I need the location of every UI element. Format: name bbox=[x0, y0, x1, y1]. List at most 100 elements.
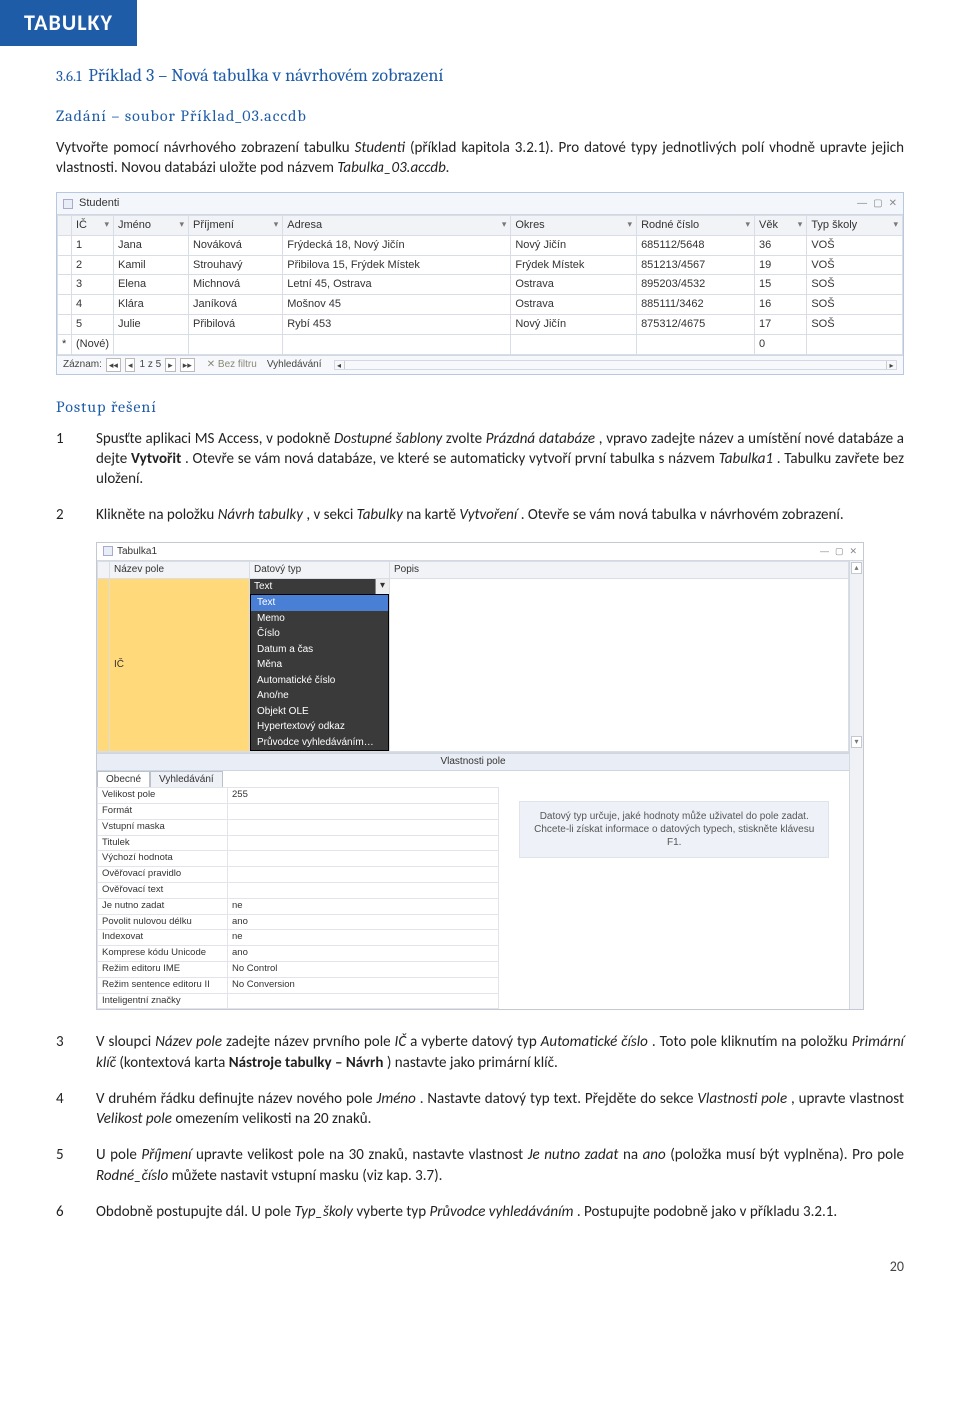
close-icon[interactable]: ✕ bbox=[889, 197, 897, 211]
col-header[interactable]: IČ▾ bbox=[72, 215, 114, 235]
col-header[interactable]: Jméno▾ bbox=[114, 215, 189, 235]
cell[interactable]: 4 bbox=[72, 295, 114, 315]
dropdown-item[interactable]: Měna bbox=[251, 657, 388, 673]
cell[interactable]: 17 bbox=[754, 315, 806, 335]
property-value[interactable] bbox=[228, 993, 499, 1009]
col-header[interactable]: Datový typ bbox=[250, 562, 390, 579]
property-value[interactable]: ne bbox=[228, 898, 499, 914]
cell[interactable]: (Nové) bbox=[72, 334, 114, 354]
col-header[interactable]: Příjmení▾ bbox=[188, 215, 282, 235]
cell[interactable]: Frýdek Místek bbox=[511, 255, 637, 275]
property-value[interactable] bbox=[228, 819, 499, 835]
cell[interactable]: Jana bbox=[114, 235, 189, 255]
col-header[interactable]: Popis bbox=[390, 562, 849, 579]
property-value[interactable] bbox=[228, 851, 499, 867]
col-selector[interactable] bbox=[58, 215, 72, 235]
cell[interactable]: Přibilová bbox=[188, 315, 282, 335]
dropdown-item[interactable]: Hypertextový odkaz bbox=[251, 719, 388, 735]
dropdown-item[interactable]: Průvodce vyhledáváním… bbox=[251, 735, 388, 751]
maximize-icon[interactable]: ▢ bbox=[835, 545, 844, 557]
cell[interactable]: SOŠ bbox=[807, 275, 903, 295]
cell[interactable] bbox=[283, 334, 511, 354]
vertical-scrollbar[interactable]: ▴ ▾ bbox=[849, 561, 863, 1009]
dropdown-item[interactable]: Datum a čas bbox=[251, 642, 388, 658]
cell[interactable]: SOŠ bbox=[807, 315, 903, 335]
property-value[interactable] bbox=[228, 803, 499, 819]
cell[interactable]: Ostrava bbox=[511, 295, 637, 315]
cell[interactable]: 1 bbox=[72, 235, 114, 255]
cell[interactable]: 875312/4675 bbox=[637, 315, 755, 335]
cell[interactable]: Frýdecká 18, Nový Jičín bbox=[283, 235, 511, 255]
datatype-dropdown[interactable]: TextMemoČísloDatum a časMěnaAutomatické … bbox=[250, 594, 389, 751]
tab-general[interactable]: Obecné bbox=[97, 771, 150, 788]
cell[interactable]: Rybí 453 bbox=[283, 315, 511, 335]
cell[interactable]: Nový Jičín bbox=[511, 235, 637, 255]
cell[interactable]: Kamil bbox=[114, 255, 189, 275]
cell[interactable]: Strouhavý bbox=[188, 255, 282, 275]
property-value[interactable]: 255 bbox=[228, 788, 499, 804]
cell[interactable]: Klára bbox=[114, 295, 189, 315]
cell[interactable]: 885111/3462 bbox=[637, 295, 755, 315]
row-selector[interactable] bbox=[58, 295, 72, 315]
nav-next-button[interactable]: ▸ bbox=[165, 358, 176, 372]
cell[interactable]: VOŠ bbox=[807, 235, 903, 255]
cell[interactable]: 895203/4532 bbox=[637, 275, 755, 295]
cell[interactable]: 2 bbox=[72, 255, 114, 275]
cell[interactable] bbox=[637, 334, 755, 354]
cell[interactable]: 0 bbox=[754, 334, 806, 354]
new-row-marker[interactable]: * bbox=[58, 334, 72, 354]
property-value[interactable]: ne bbox=[228, 930, 499, 946]
cell[interactable]: Julie bbox=[114, 315, 189, 335]
nav-prev-button[interactable]: ◂ bbox=[125, 358, 136, 372]
col-header[interactable]: Adresa▾ bbox=[283, 215, 511, 235]
property-value[interactable] bbox=[228, 867, 499, 883]
cell[interactable]: Letní 45, Ostrava bbox=[283, 275, 511, 295]
property-value[interactable]: ano bbox=[228, 946, 499, 962]
nav-last-button[interactable]: ▸▸ bbox=[180, 358, 195, 372]
cell[interactable]: VOŠ bbox=[807, 255, 903, 275]
dropdown-item[interactable]: Memo bbox=[251, 611, 388, 627]
row-selector[interactable] bbox=[58, 315, 72, 335]
nav-search[interactable]: Vyhledávání bbox=[267, 358, 322, 372]
property-value[interactable] bbox=[228, 835, 499, 851]
cell[interactable]: 36 bbox=[754, 235, 806, 255]
row-selector[interactable] bbox=[58, 255, 72, 275]
cell[interactable]: SOŠ bbox=[807, 295, 903, 315]
row-selector[interactable] bbox=[58, 275, 72, 295]
cell[interactable]: Přibilova 15, Frýdek Místek bbox=[283, 255, 511, 275]
cell[interactable]: 19 bbox=[754, 255, 806, 275]
cell[interactable] bbox=[511, 334, 637, 354]
cell[interactable]: 15 bbox=[754, 275, 806, 295]
property-value[interactable] bbox=[228, 882, 499, 898]
col-header[interactable]: Rodné číslo▾ bbox=[637, 215, 755, 235]
scroll-down-icon[interactable]: ▾ bbox=[851, 736, 862, 748]
field-name-cell[interactable]: IČ bbox=[110, 578, 250, 752]
cell[interactable]: Nováková bbox=[188, 235, 282, 255]
col-header[interactable]: Okres▾ bbox=[511, 215, 637, 235]
property-value[interactable]: ano bbox=[228, 914, 499, 930]
dropdown-button[interactable]: ▾ bbox=[375, 579, 389, 595]
minimize-icon[interactable]: — bbox=[820, 545, 829, 557]
close-icon[interactable]: ✕ bbox=[849, 545, 857, 557]
property-value[interactable]: No Control bbox=[228, 962, 499, 978]
col-header[interactable]: Typ školy▾ bbox=[807, 215, 903, 235]
cell[interactable] bbox=[188, 334, 282, 354]
maximize-icon[interactable]: ▢ bbox=[873, 197, 882, 211]
cell[interactable]: Michnová bbox=[188, 275, 282, 295]
cell[interactable] bbox=[807, 334, 903, 354]
cell[interactable] bbox=[114, 334, 189, 354]
minimize-icon[interactable]: — bbox=[857, 197, 867, 211]
tab-lookup[interactable]: Vyhledávání bbox=[150, 771, 223, 788]
cell[interactable]: 16 bbox=[754, 295, 806, 315]
cell[interactable]: 851213/4567 bbox=[637, 255, 755, 275]
description-cell[interactable] bbox=[390, 578, 849, 752]
col-header[interactable]: Věk▾ bbox=[754, 215, 806, 235]
cell[interactable]: Elena bbox=[114, 275, 189, 295]
dropdown-item[interactable]: Text bbox=[251, 595, 388, 611]
row-selector[interactable] bbox=[98, 578, 110, 752]
cell[interactable]: 3 bbox=[72, 275, 114, 295]
dropdown-item[interactable]: Objekt OLE bbox=[251, 704, 388, 720]
dropdown-item[interactable]: Ano/ne bbox=[251, 688, 388, 704]
nav-first-button[interactable]: ◂◂ bbox=[106, 358, 121, 372]
cell[interactable]: 5 bbox=[72, 315, 114, 335]
